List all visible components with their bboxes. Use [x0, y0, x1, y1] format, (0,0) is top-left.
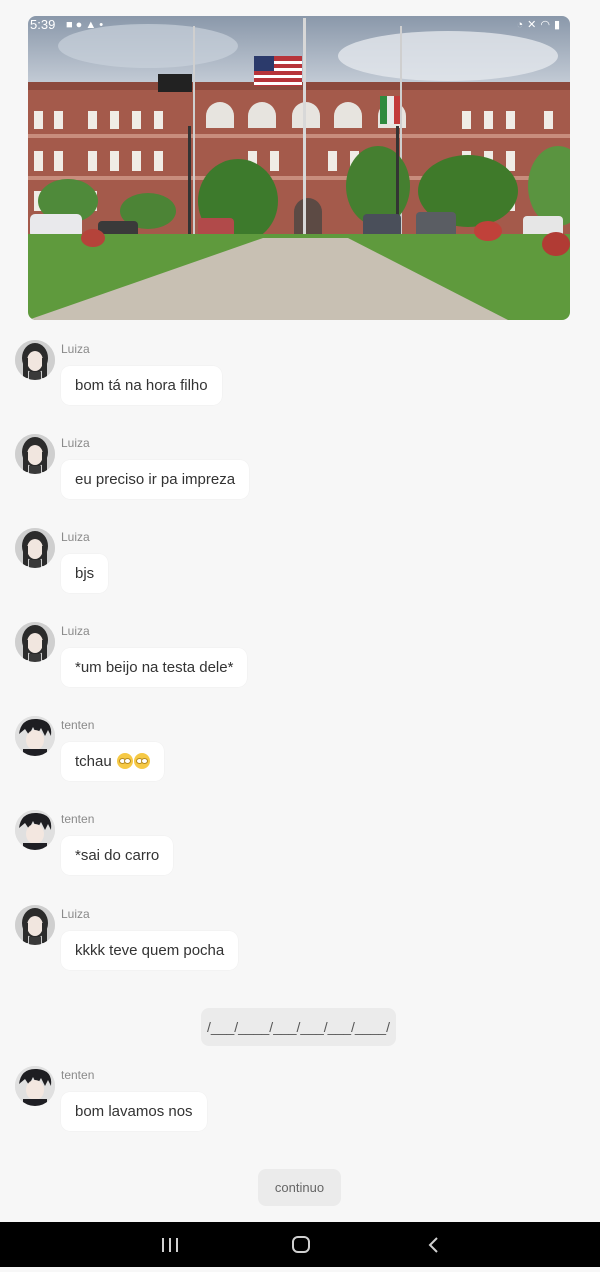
luiza-avatar[interactable]	[15, 434, 55, 474]
message-bubble[interactable]: kkkk teve quem pocha	[61, 931, 239, 970]
message-bubble[interactable]: bom tá na hora filho	[61, 366, 222, 405]
tenten-avatar[interactable]	[15, 1066, 55, 1106]
rolling-eyes-emoji-icon	[116, 753, 133, 769]
continue-button[interactable]: continuo	[258, 1169, 341, 1206]
scene-divider: /___/____/___/___/___/____/	[201, 1008, 396, 1046]
message-bubble[interactable]: *sai do carro	[61, 836, 174, 875]
sender-name: Luiza	[61, 436, 90, 450]
battery-icon: ▮	[553, 19, 564, 31]
message-bubble[interactable]: *um beijo na testa dele*	[61, 648, 248, 687]
sender-name: Luiza	[61, 907, 90, 921]
rolling-eyes-emoji-icon	[133, 753, 150, 769]
luiza-avatar[interactable]	[15, 622, 55, 662]
tenten-avatar[interactable]	[15, 716, 55, 756]
luiza-avatar[interactable]	[15, 905, 55, 945]
wifi-icon: ◠	[540, 19, 554, 31]
message-text: tchau	[75, 753, 112, 770]
school-building-image	[28, 16, 570, 320]
status-bar: 5:39 ■●▲• ◔✕◠▮	[28, 16, 570, 34]
pinterest-icon: ●	[75, 19, 86, 31]
mute-icon: ✕	[527, 19, 541, 31]
luiza-avatar[interactable]	[15, 340, 55, 380]
home-icon[interactable]	[281, 1222, 321, 1267]
dot-icon: •	[99, 19, 107, 31]
message-bubble[interactable]: bom lavamos nos	[61, 1092, 207, 1131]
sender-name: tenten	[61, 718, 95, 732]
message-bubble[interactable]: tchau	[61, 742, 164, 781]
status-time: 5:39	[30, 17, 56, 32]
warning-icon: ▲	[85, 19, 100, 31]
recent-apps-icon[interactable]	[150, 1222, 190, 1267]
message-bubble[interactable]: bjs	[61, 554, 109, 593]
sender-name: Luiza	[61, 624, 90, 638]
back-icon[interactable]	[413, 1222, 453, 1267]
status-right-icons: ◔✕◠▮	[516, 16, 564, 34]
luiza-avatar[interactable]	[15, 528, 55, 568]
photo-icon: ■	[66, 19, 76, 31]
sender-name: tenten	[61, 1068, 95, 1082]
message-bubble[interactable]: eu preciso ir pa impreza	[61, 460, 250, 499]
sender-name: Luiza	[61, 342, 90, 356]
tenten-avatar[interactable]	[15, 810, 55, 850]
sender-name: tenten	[61, 812, 95, 826]
header-image: 5:39 ■●▲• ◔✕◠▮	[28, 16, 570, 320]
sender-name: Luiza	[61, 530, 90, 544]
navigation-bar	[0, 1222, 600, 1267]
status-left-icons: ■●▲•	[66, 16, 106, 34]
alarm-icon: ◔	[516, 19, 528, 31]
